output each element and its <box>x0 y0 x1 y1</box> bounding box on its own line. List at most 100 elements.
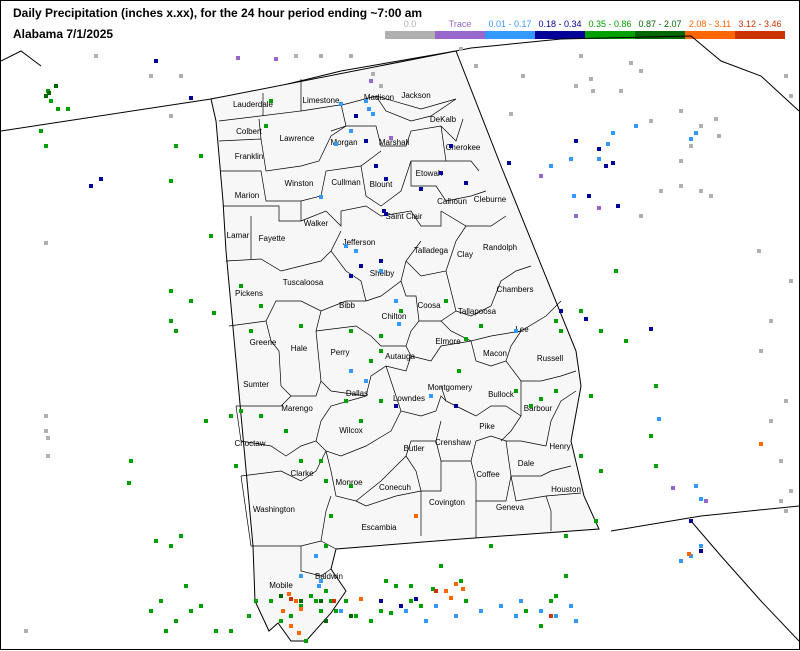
station-marker <box>159 599 163 603</box>
station-marker <box>284 429 288 433</box>
station-marker <box>334 609 338 613</box>
station-marker <box>654 464 658 468</box>
station-marker <box>349 484 353 488</box>
north-edge <box>1 50 42 67</box>
station-marker <box>371 72 375 76</box>
station-marker <box>461 587 465 591</box>
station-marker <box>789 279 793 283</box>
county-label-blount: Blount <box>370 180 393 189</box>
station-marker <box>579 309 583 313</box>
station-marker <box>209 234 213 238</box>
county-label-greene: Greene <box>250 338 277 347</box>
station-marker <box>397 322 401 326</box>
station-marker <box>349 129 353 133</box>
station-marker <box>579 454 583 458</box>
station-marker <box>359 264 363 268</box>
station-marker <box>679 159 683 163</box>
station-marker <box>454 404 458 408</box>
county-label-talladega: Talladega <box>414 246 449 255</box>
station-marker <box>549 614 553 618</box>
station-marker <box>509 112 513 116</box>
station-marker <box>354 114 358 118</box>
station-marker <box>439 171 443 175</box>
station-marker <box>384 212 388 216</box>
station-marker <box>629 61 633 65</box>
station-marker <box>444 589 448 593</box>
station-marker <box>129 459 133 463</box>
station-marker <box>44 429 48 433</box>
station-marker <box>554 389 558 393</box>
station-marker <box>127 481 131 485</box>
county-label-calhoun: Calhoun <box>437 197 467 206</box>
station-marker <box>259 414 263 418</box>
station-marker <box>704 499 708 503</box>
station-marker <box>572 194 576 198</box>
station-marker <box>379 399 383 403</box>
station-marker <box>454 614 458 618</box>
station-marker <box>349 614 353 618</box>
station-marker <box>514 614 518 618</box>
county-label-washington: Washington <box>253 505 295 514</box>
county-label-lowndes: Lowndes <box>393 394 425 403</box>
station-marker <box>324 479 328 483</box>
station-marker <box>554 319 558 323</box>
station-marker <box>44 414 48 418</box>
station-marker <box>364 139 368 143</box>
county-label-houston: Houston <box>551 485 581 494</box>
station-marker <box>694 484 698 488</box>
station-marker <box>254 599 258 603</box>
station-marker <box>379 269 383 273</box>
station-marker <box>554 614 558 618</box>
station-marker <box>214 629 218 633</box>
station-marker <box>399 309 403 313</box>
station-marker <box>394 584 398 588</box>
station-marker <box>769 319 773 323</box>
station-marker <box>659 189 663 193</box>
county-label-elmore: Elmore <box>435 337 461 346</box>
station-marker <box>624 339 628 343</box>
station-marker <box>379 609 383 613</box>
county-label-tallapoosa: Tallapoosa <box>458 307 497 316</box>
station-marker <box>759 349 763 353</box>
station-marker <box>404 609 408 613</box>
county-label-cullman: Cullman <box>331 178 360 187</box>
station-marker <box>591 89 595 93</box>
station-marker <box>449 144 453 148</box>
station-marker <box>299 459 303 463</box>
station-marker <box>149 609 153 613</box>
station-marker <box>299 324 303 328</box>
station-marker <box>574 84 578 88</box>
station-marker <box>344 244 348 248</box>
station-marker <box>359 419 363 423</box>
station-marker <box>189 609 193 613</box>
station-marker <box>54 84 58 88</box>
station-marker <box>457 369 461 373</box>
station-marker <box>784 74 788 78</box>
station-marker <box>234 464 238 468</box>
station-marker <box>689 137 693 141</box>
county-label-randolph: Randolph <box>483 243 517 252</box>
county-label-dallas: Dallas <box>346 389 368 398</box>
station-marker <box>464 599 468 603</box>
station-marker <box>179 74 183 78</box>
station-marker <box>299 607 303 611</box>
station-marker <box>169 179 173 183</box>
station-marker <box>434 589 438 593</box>
station-marker <box>444 299 448 303</box>
station-marker <box>169 544 173 548</box>
station-marker <box>597 157 601 161</box>
station-marker <box>779 459 783 463</box>
county-label-walker: Walker <box>304 219 329 228</box>
station-marker <box>474 64 478 68</box>
station-marker <box>559 309 563 313</box>
county-label-coffee: Coffee <box>476 470 500 479</box>
station-marker <box>604 164 608 168</box>
station-marker <box>364 379 368 383</box>
station-marker <box>299 599 303 603</box>
station-marker <box>679 109 683 113</box>
station-marker <box>287 592 291 596</box>
station-marker <box>569 157 573 161</box>
map-frame: Daily Precipitation (inches x.xx), for t… <box>0 0 800 650</box>
station-marker <box>389 136 393 140</box>
station-marker <box>649 327 653 331</box>
